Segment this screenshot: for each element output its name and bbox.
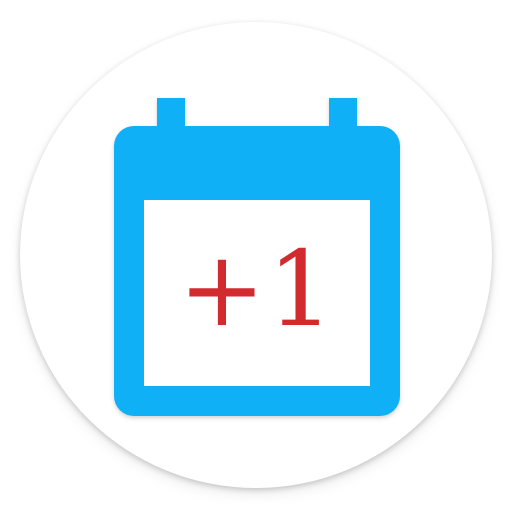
- calendar-icon: +1: [114, 98, 400, 416]
- calendar-page: +1: [144, 200, 370, 386]
- plus-one-mark: +1: [178, 228, 336, 350]
- app-icon-canvas: +1: [0, 0, 512, 512]
